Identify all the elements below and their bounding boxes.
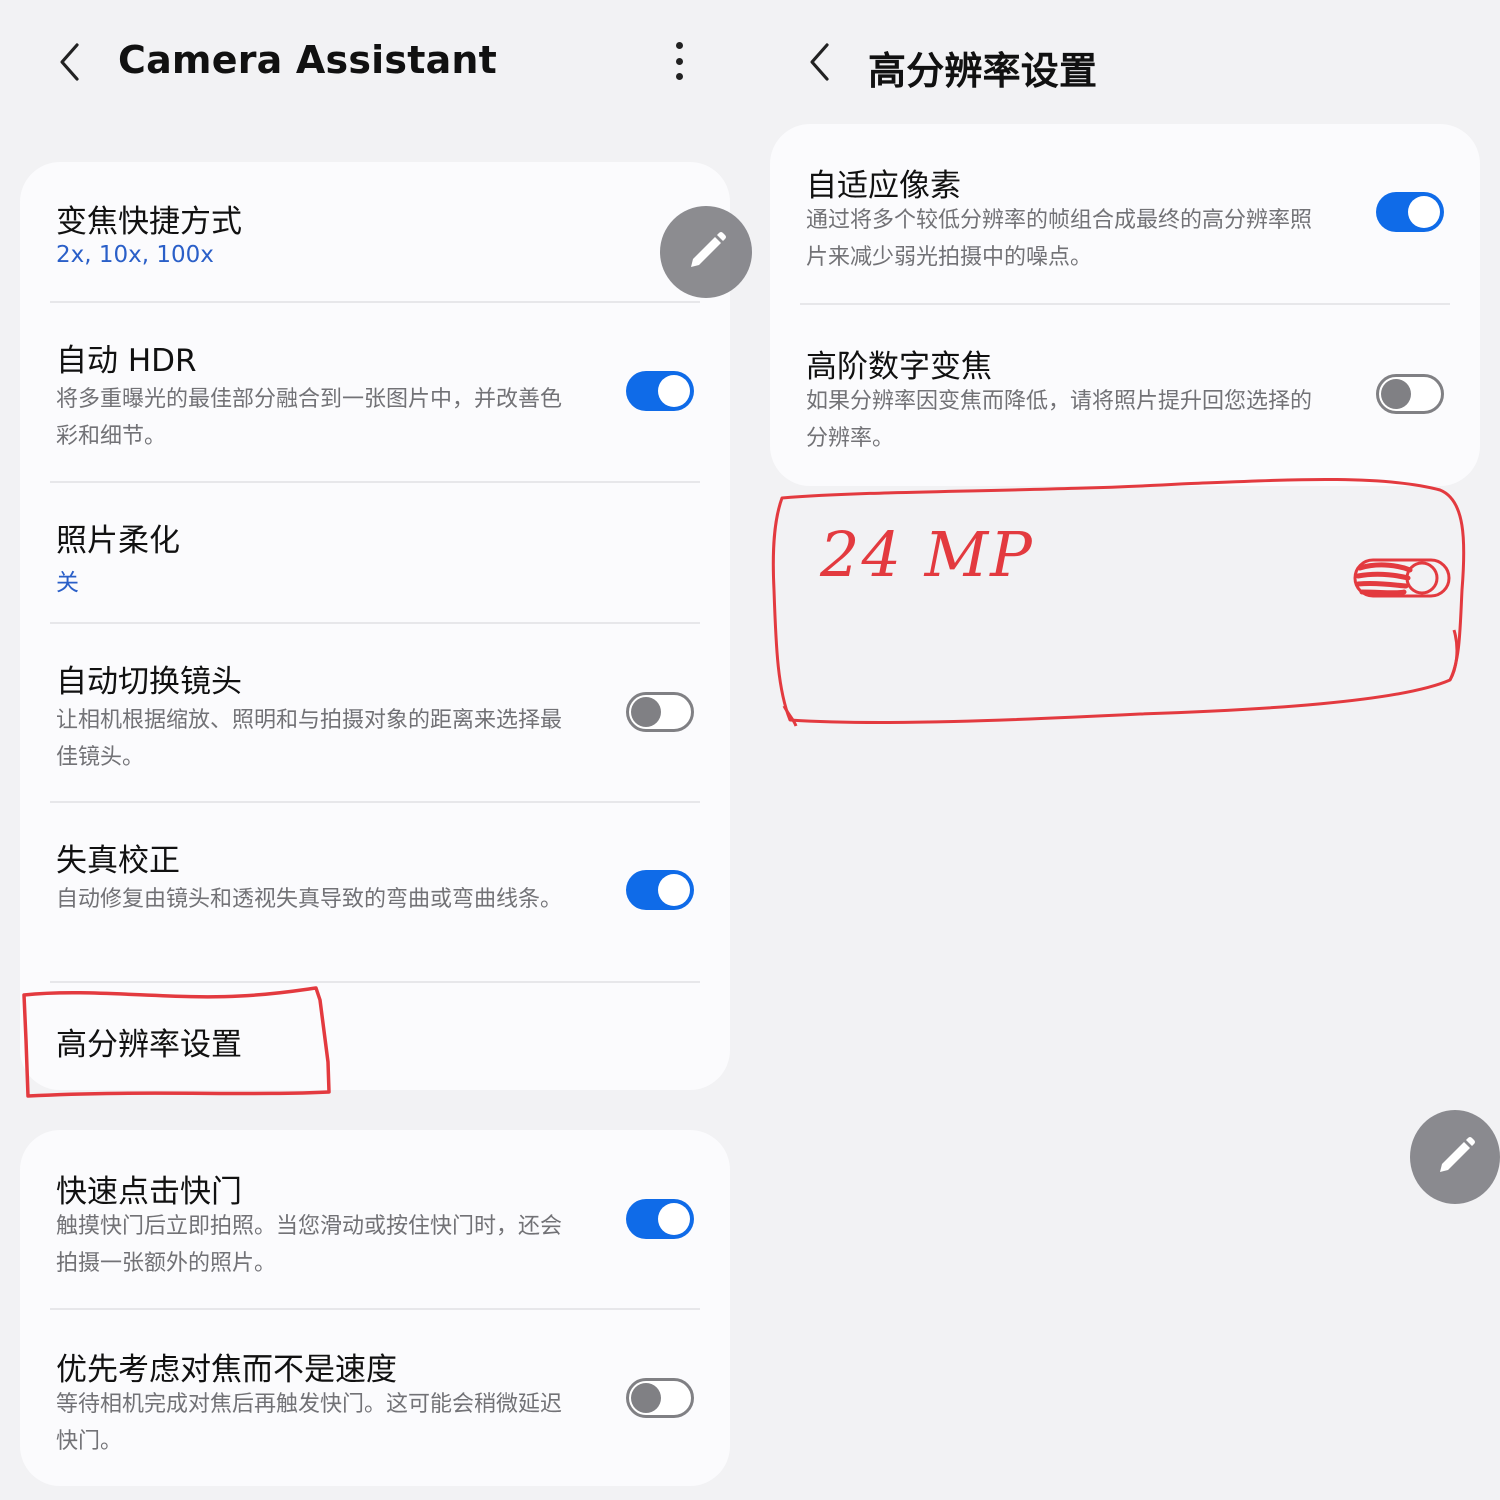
auto-hdr-row[interactable]: 自动 HDR 将多重曝光的最佳部分融合到一张图片中，并改善色彩和细节。: [20, 303, 730, 481]
zoom-shortcuts-title: 变焦快捷方式: [56, 204, 242, 240]
edit-floating-button[interactable]: [660, 206, 752, 298]
pencil-icon: [1440, 1137, 1475, 1172]
advanced-digital-zoom-title: 高阶数字变焦: [806, 349, 992, 385]
back-button-right[interactable]: [796, 38, 844, 86]
more-vert-icon: [675, 42, 683, 49]
hires-settings-row[interactable]: 高分辨率设置: [20, 983, 730, 1090]
more-options-button[interactable]: [664, 36, 694, 86]
distortion-correction-row[interactable]: 失真校正 自动修复由镜头和透视失真导致的弯曲或弯曲线条。: [20, 803, 730, 981]
hand-drawn-toggle: [1353, 558, 1451, 598]
page-title: Camera Assistant: [118, 38, 498, 82]
handwritten-resolution-label: 24 MP: [820, 518, 1034, 591]
quick-shutter-row[interactable]: 快速点击快门 触摸快门后立即拍照。当您滑动或按住快门时，还会拍摄一张额外的照片。: [20, 1130, 730, 1308]
advanced-digital-zoom-toggle[interactable]: [1376, 374, 1444, 414]
back-icon: [810, 43, 829, 81]
auto-lens-switch-desc: 让相机根据缩放、照明和与拍摄对象的距离来选择最佳镜头。: [56, 708, 563, 770]
page-title-right: 高分辨率设置: [868, 49, 1098, 93]
back-icon: [60, 43, 79, 81]
auto-hdr-toggle[interactable]: [626, 371, 694, 411]
settings-card-main: 变焦快捷方式 2x, 10x, 100x 自动 HDR 将多重曝光的最佳部分融合…: [20, 162, 730, 1090]
photo-soften-row[interactable]: 照片柔化 关: [20, 483, 730, 623]
focus-priority-toggle[interactable]: [626, 1378, 694, 1418]
photo-soften-title: 照片柔化: [56, 523, 180, 559]
edit-floating-button-right[interactable]: [1410, 1110, 1500, 1204]
adaptive-pixel-title: 自适应像素: [806, 168, 961, 204]
advanced-digital-zoom-desc: 如果分辨率因变焦而降低，请将照片提升回您选择的分辨率。: [806, 389, 1313, 451]
auto-hdr-desc: 将多重曝光的最佳部分融合到一张图片中，并改善色彩和细节。: [56, 387, 563, 449]
quick-shutter-title: 快速点击快门: [56, 1174, 242, 1210]
auto-lens-switch-title: 自动切换镜头: [56, 664, 242, 700]
adaptive-pixel-toggle[interactable]: [1376, 192, 1444, 232]
distortion-correction-title: 失真校正: [56, 843, 180, 879]
distortion-correction-toggle[interactable]: [626, 870, 694, 910]
settings-card-shutter: 快速点击快门 触摸快门后立即拍照。当您滑动或按住快门时，还会拍摄一张额外的照片。…: [20, 1130, 730, 1486]
distortion-correction-desc: 自动修复由镜头和透视失真导致的弯曲或弯曲线条。: [56, 887, 563, 912]
zoom-shortcuts-value: 2x, 10x, 100x: [56, 242, 214, 268]
advanced-digital-zoom-row[interactable]: 高阶数字变焦 如果分辨率因变焦而降低，请将照片提升回您选择的分辨率。: [770, 305, 1480, 486]
pencil-icon: [691, 232, 726, 267]
adaptive-pixel-row[interactable]: 自适应像素 通过将多个较低分辨率的帧组合成最终的高分辨率照片来减少弱光拍摄中的噪…: [770, 124, 1480, 304]
auto-hdr-title: 自动 HDR: [56, 343, 197, 379]
back-button[interactable]: [46, 38, 94, 86]
focus-priority-title: 优先考虑对焦而不是速度: [56, 1352, 397, 1388]
focus-priority-desc: 等待相机完成对焦后再触发快门。这可能会稍微延迟快门。: [56, 1392, 563, 1454]
zoom-shortcuts-row[interactable]: 变焦快捷方式 2x, 10x, 100x: [20, 162, 730, 302]
hires-settings-card: 自适应像素 通过将多个较低分辨率的帧组合成最终的高分辨率照片来减少弱光拍摄中的噪…: [770, 124, 1480, 486]
focus-priority-row[interactable]: 优先考虑对焦而不是速度 等待相机完成对焦后再触发快门。这可能会稍微延迟快门。: [20, 1310, 730, 1486]
auto-lens-switch-toggle[interactable]: [626, 692, 694, 732]
photo-soften-value: 关: [56, 570, 79, 596]
hand-drawn-box: [771, 478, 1466, 727]
adaptive-pixel-desc: 通过将多个较低分辨率的帧组合成最终的高分辨率照片来减少弱光拍摄中的噪点。: [806, 208, 1313, 270]
quick-shutter-toggle[interactable]: [626, 1199, 694, 1239]
auto-lens-switch-row[interactable]: 自动切换镜头 让相机根据缩放、照明和与拍摄对象的距离来选择最佳镜头。: [20, 624, 730, 802]
hires-settings-title: 高分辨率设置: [56, 1027, 242, 1063]
quick-shutter-desc: 触摸快门后立即拍照。当您滑动或按住快门时，还会拍摄一张额外的照片。: [56, 1214, 563, 1276]
